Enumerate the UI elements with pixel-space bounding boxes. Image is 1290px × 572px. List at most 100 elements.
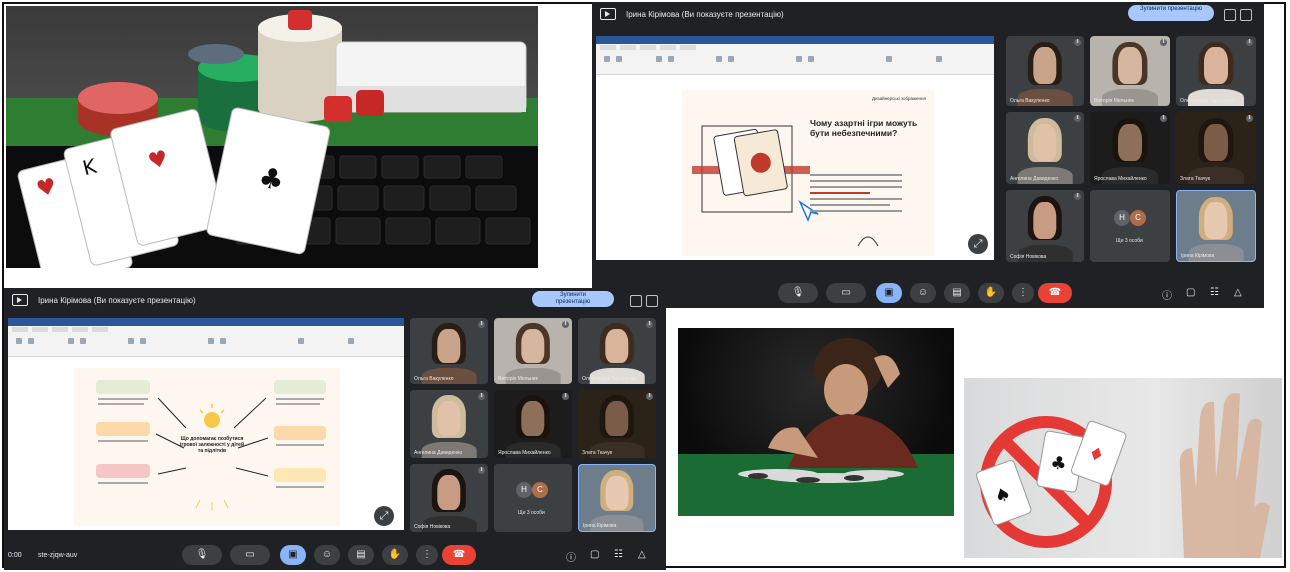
control-bar: 🎙 ▭ ▣ ☺ ▤ ✋ ⋮ ☎ ⓘ ▢ ☷ △: [592, 278, 1264, 308]
microphone-icon[interactable]: 🎙: [182, 545, 222, 565]
participant-name: Злата Ткачук: [1180, 176, 1211, 182]
participant-name: Олександра Тарасенко: [582, 376, 636, 382]
camera-icon[interactable]: ▭: [826, 283, 866, 303]
participant-name: Ірина Кірімова: [583, 523, 617, 529]
participant-grid: Ольга Вакуленко ǁ Вікторія Мельник ǁ Оле…: [1006, 36, 1260, 264]
participant-tile[interactable]: Ярослава Михайленко ǁ: [494, 390, 572, 458]
meet-window-top: Ірина Кірімова (Ви показуєте презентацію…: [592, 2, 1264, 308]
emoji-icon[interactable]: ☺: [314, 545, 340, 565]
participant-name: Олександра Тарасенко: [1180, 98, 1234, 104]
people-icon[interactable]: ☷: [1210, 287, 1219, 298]
mic-off-icon: ǁ: [562, 393, 569, 400]
present-icon[interactable]: ▣: [280, 545, 306, 565]
fullscreen-icon[interactable]: ⤢: [374, 506, 394, 526]
participant-name: Ольга Вакуленко: [1010, 98, 1050, 104]
microphone-icon[interactable]: 🎙: [778, 283, 818, 303]
close-icon[interactable]: [646, 295, 658, 307]
meet-title: Ірина Кірімова (Ви показуєте презентацію…: [626, 9, 784, 19]
more-vert-icon[interactable]: ⋮: [1012, 283, 1034, 303]
captions-icon[interactable]: ▤: [348, 545, 374, 565]
fullscreen-icon[interactable]: [1224, 9, 1236, 21]
participant-tile[interactable]: Ольга Вакуленко ǁ: [1006, 36, 1084, 106]
mic-off-icon: ǁ: [1160, 115, 1167, 122]
participant-tile[interactable]: Олександра Тарасенко ǁ: [578, 318, 656, 384]
meeting-time: 0:00: [8, 552, 22, 559]
fullscreen-icon[interactable]: ⤢: [968, 234, 988, 254]
participant-name: Ярослава Михайленко: [1094, 176, 1147, 182]
meeting-code: ste-zjqw-auv: [38, 552, 78, 559]
participant-tile[interactable]: Вікторія Мельник ǁ: [1090, 36, 1170, 106]
poker-keyboard-photo: ♥ K ♥ ♣: [6, 6, 538, 268]
shared-slide: Чому азартні ігри можуть бути небезпечни…: [596, 36, 994, 260]
mic-off-icon: ǁ: [478, 393, 485, 400]
self-view-tile[interactable]: Ірина Кірімова: [578, 464, 656, 532]
slide-center-text: Що допомагає позбутися ігрової залежност…: [179, 436, 245, 454]
people-icon[interactable]: ☷: [614, 549, 623, 560]
document-page: Чому азартні ігри можуть бути небезпечни…: [682, 90, 934, 256]
mic-off-icon: ǁ: [1074, 39, 1081, 46]
mic-off-icon: ǁ: [1246, 115, 1253, 122]
word-title-bar: [8, 318, 404, 326]
mic-off-icon: ǁ: [1074, 193, 1081, 200]
mic-off-icon: ǁ: [1074, 115, 1081, 122]
mic-off-icon: ǁ: [478, 467, 485, 474]
meet-header: Ірина Кірімова (Ви показуєте презентацію…: [592, 2, 1264, 26]
activities-icon[interactable]: △: [1234, 287, 1242, 298]
present-to-all-icon: [600, 8, 616, 20]
mic-off-icon: ǁ: [562, 321, 569, 328]
stop-gambling-photo: ♠ ♣ ♦: [964, 378, 1282, 558]
self-view-tile[interactable]: Ірина Кірімова: [1176, 190, 1256, 262]
stop-presenting-button[interactable]: Зупинити презентацію: [532, 291, 614, 307]
word-title-bar: [596, 36, 994, 44]
participant-tile[interactable]: Олександра Тарасенко ǁ: [1176, 36, 1256, 106]
mic-off-icon: ǁ: [646, 321, 653, 328]
emoji-icon[interactable]: ☺: [910, 283, 936, 303]
slide-heading: Чому азартні ігри можуть бути небезпечни…: [810, 118, 918, 138]
participant-tile[interactable]: Ольга Вакуленко ǁ: [410, 318, 488, 384]
captions-icon[interactable]: ▤: [944, 283, 970, 303]
more-participants-label: Ще 3 особи: [1116, 238, 1143, 244]
more-participants-tile[interactable]: Н С Ще 3 особи: [494, 464, 572, 532]
fullscreen-icon[interactable]: [630, 295, 642, 307]
info-icon[interactable]: ⓘ: [1162, 287, 1172, 302]
present-icon[interactable]: ▣: [876, 283, 902, 303]
raise-hand-icon[interactable]: ✋: [382, 545, 408, 565]
participant-name: Софія Новікова: [1010, 254, 1047, 260]
mic-off-icon: ǁ: [646, 393, 653, 400]
chat-icon[interactable]: ▢: [590, 549, 599, 560]
close-icon[interactable]: [1240, 9, 1252, 21]
control-bar: 0:00 ste-zjqw-auv 🎙 ▭ ▣ ☺ ▤ ✋ ⋮ ☎ ⓘ ▢ ☷ …: [4, 540, 666, 570]
info-icon[interactable]: ⓘ: [566, 549, 576, 564]
participant-name: Ірина Кірімова: [1181, 253, 1215, 259]
word-ribbon: [8, 326, 404, 357]
participant-tile[interactable]: Софія Новікова ǁ: [1006, 190, 1084, 262]
call-end-icon[interactable]: ☎: [442, 545, 476, 565]
participant-tile[interactable]: Вікторія Мельник ǁ: [494, 318, 572, 384]
gambler-photo: [678, 328, 954, 516]
participant-tile[interactable]: Софія Новікова ǁ: [410, 464, 488, 532]
camera-icon[interactable]: ▭: [230, 545, 270, 565]
call-end-icon[interactable]: ☎: [1038, 283, 1072, 303]
raise-hand-icon[interactable]: ✋: [978, 283, 1004, 303]
meet-window-bottom: Ірина Кірімова (Ви показуєте презентацію…: [4, 288, 666, 570]
more-participants-tile[interactable]: Н С Ще 3 особи: [1090, 190, 1170, 262]
participant-tile[interactable]: Злата Ткачук ǁ: [578, 390, 656, 458]
participant-name: Злата Ткачук: [582, 450, 613, 456]
more-participants-label: Ще 3 особи: [518, 510, 545, 516]
avatar: С: [1130, 210, 1146, 226]
slide-author: Дизайнерські зображення: [872, 96, 926, 101]
participant-tile[interactable]: Ярослава Михайленко ǁ: [1090, 112, 1170, 184]
more-vert-icon[interactable]: ⋮: [416, 545, 438, 565]
participant-grid: Ольга Вакуленко ǁ Вікторія Мельник ǁ Оле…: [410, 318, 662, 538]
meet-title: Ірина Кірімова (Ви показуєте презентацію…: [38, 295, 196, 305]
chat-icon[interactable]: ▢: [1186, 287, 1195, 298]
present-to-all-icon: [12, 294, 28, 306]
stop-presenting-button[interactable]: Зупинити презентацію: [1128, 5, 1214, 21]
activities-icon[interactable]: △: [638, 549, 646, 560]
participant-name: Ольга Вакуленко: [414, 376, 454, 382]
participant-tile[interactable]: Злата Ткачук ǁ: [1176, 112, 1256, 184]
participant-tile[interactable]: Ангелина Давиденко ǁ: [1006, 112, 1084, 184]
participant-tile[interactable]: Ангелина Давиденко ǁ: [410, 390, 488, 458]
word-ribbon: [596, 44, 994, 75]
document-page: Що допомагає позбутися ігрової залежност…: [74, 368, 340, 526]
